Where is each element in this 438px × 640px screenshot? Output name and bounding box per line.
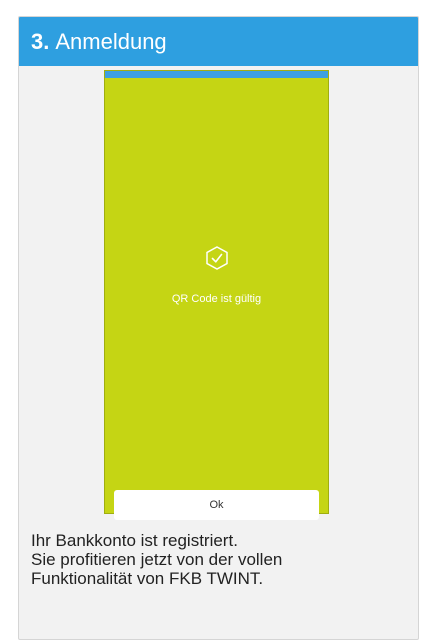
description-line-2: Sie profitieren jetzt von der vollen [31,550,283,569]
shield-check-icon [206,246,228,270]
phone-status-bar [105,71,328,78]
step-header: 3. Anmeldung [19,17,418,66]
step-number: 3. [31,29,50,54]
description-line-3: Funktionalität von FKB TWINT. [31,569,264,588]
phone-screenshot: QR Code ist gültig Ok [104,70,329,520]
step-description: Ihr Bankkonto ist registriert. Sie profi… [31,531,411,588]
step-title: Anmeldung [55,29,167,54]
qr-status-text: QR Code ist gültig [171,293,262,305]
description-line-1: Ihr Bankkonto ist registriert. [31,531,238,550]
ok-button[interactable]: Ok [114,490,319,520]
step-card: 3. Anmeldung QR Code ist gültig Ok Ihr Ba… [18,16,419,640]
